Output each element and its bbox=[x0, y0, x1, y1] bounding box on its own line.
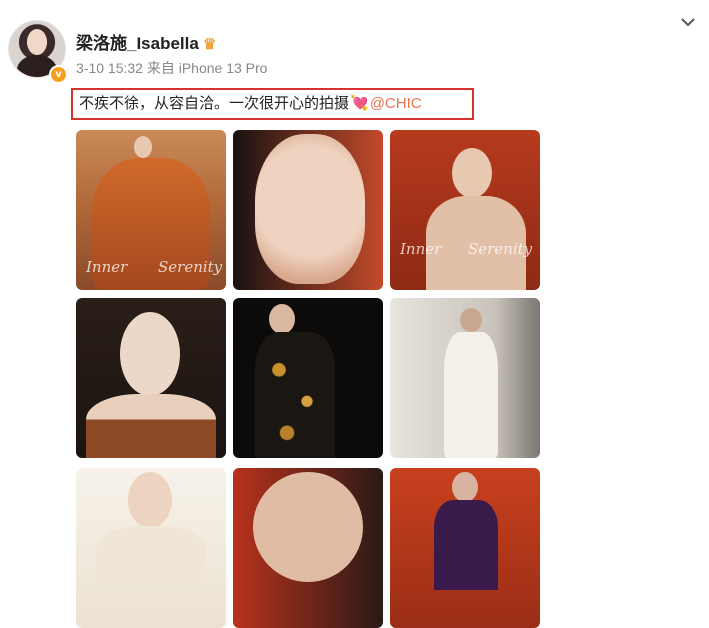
heart-icon: 💘 bbox=[350, 95, 369, 112]
post-meta: 3-10 15:32 来自 iPhone 13 Pro bbox=[76, 60, 268, 76]
mention-link[interactable]: @CHIC bbox=[370, 95, 422, 112]
photo-5-head bbox=[269, 304, 295, 334]
photo-1[interactable]: Inner Serenity bbox=[76, 130, 226, 290]
photo-5[interactable] bbox=[233, 298, 383, 458]
post-text: 不疾不徐，从容自洽。一次很开心的拍摄💘@CHIC bbox=[71, 88, 474, 120]
verified-badge-icon: v bbox=[49, 65, 68, 84]
photo-1-caption-right: Serenity bbox=[158, 258, 223, 276]
avatar-face bbox=[27, 29, 47, 55]
photo-9-body bbox=[434, 500, 498, 590]
photo-5-dress bbox=[255, 332, 335, 458]
photo-3[interactable]: Inner Serenity bbox=[390, 130, 540, 290]
author-name[interactable]: 梁洛施_Isabella ♛ bbox=[76, 29, 216, 54]
photo-8[interactable] bbox=[233, 468, 383, 628]
photo-6-figure bbox=[460, 308, 482, 332]
photo-1-caption-left: Inner bbox=[86, 258, 128, 276]
photo-4-shoulders bbox=[86, 394, 216, 458]
photo-4[interactable] bbox=[76, 298, 226, 458]
photo-2[interactable] bbox=[233, 130, 383, 290]
photo-9[interactable] bbox=[390, 468, 540, 628]
photo-9-head bbox=[452, 472, 478, 502]
photo-3-caption-right: Serenity bbox=[468, 240, 533, 258]
photo-6[interactable] bbox=[390, 298, 540, 458]
photo-7-body bbox=[96, 526, 206, 586]
crown-icon: ♛ bbox=[202, 36, 217, 53]
photo-4-face bbox=[120, 312, 180, 396]
photo-grid: Inner Serenity Inner Serenity bbox=[76, 130, 542, 628]
photo-7[interactable] bbox=[76, 468, 226, 628]
photo-7-face bbox=[128, 472, 172, 528]
photo-3-caption-left: Inner bbox=[400, 240, 442, 258]
photo-3-head bbox=[452, 148, 492, 198]
photo-6-suit bbox=[444, 332, 498, 458]
photo-8-face bbox=[253, 472, 363, 582]
photo-2-face bbox=[255, 134, 365, 284]
post-text-main: 不疾不徐，从容自洽。一次很开心的拍摄 bbox=[79, 95, 350, 112]
chevron-down-icon[interactable] bbox=[680, 14, 696, 30]
photo-1-figure bbox=[134, 136, 152, 158]
author-name-text[interactable]: 梁洛施_Isabella bbox=[76, 34, 199, 53]
